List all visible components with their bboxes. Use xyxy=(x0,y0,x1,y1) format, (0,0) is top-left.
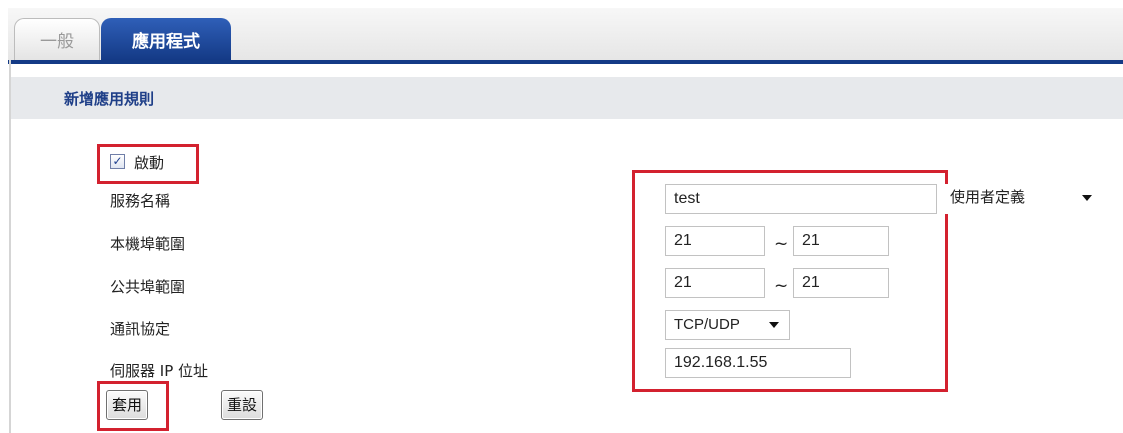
public-port-range-label: 公共埠範圍 xyxy=(110,278,186,296)
tab-applications[interactable]: 應用程式 xyxy=(101,18,231,60)
public-port-from-input[interactable]: 21 xyxy=(665,268,765,298)
local-port-separator: ~ xyxy=(774,234,789,254)
local-port-range-label: 本機埠範圍 xyxy=(110,235,186,253)
server-ip-input[interactable]: 192.168.1.55 xyxy=(665,348,851,378)
reset-button[interactable]: 重設 xyxy=(221,390,264,420)
apply-button[interactable]: 套用 xyxy=(106,390,149,420)
server-ip-label: 伺服器 IP 位址 xyxy=(110,362,209,380)
chevron-down-icon xyxy=(1082,195,1092,201)
public-port-to-input[interactable]: 21 xyxy=(793,268,889,298)
protocol-value: TCP/UDP xyxy=(674,316,740,333)
local-port-from-input[interactable]: 21 xyxy=(665,226,765,256)
service-name-input[interactable]: test xyxy=(665,184,937,214)
protocol-label: 通訊協定 xyxy=(110,320,171,338)
tab-general-label: 一般 xyxy=(40,32,74,52)
enable-checkbox[interactable]: ✓ xyxy=(110,154,125,169)
section-header: 新增應用規則 xyxy=(11,77,1123,119)
service-type-value: 使用者定義 xyxy=(950,189,1026,206)
service-type-select[interactable]: 使用者定義 xyxy=(942,184,1102,214)
chevron-down-icon xyxy=(769,322,779,328)
tab-bar: 一般 應用程式 xyxy=(8,8,1123,64)
enable-label: 啟動 xyxy=(134,154,165,172)
local-port-to-input[interactable]: 21 xyxy=(793,226,889,256)
tab-applications-label: 應用程式 xyxy=(132,31,200,52)
service-name-label: 服務名稱 xyxy=(110,192,171,210)
section-title: 新增應用規則 xyxy=(64,90,155,108)
public-port-separator: ~ xyxy=(774,276,789,296)
tab-general[interactable]: 一般 xyxy=(14,18,100,60)
protocol-select[interactable]: TCP/UDP xyxy=(665,310,790,340)
